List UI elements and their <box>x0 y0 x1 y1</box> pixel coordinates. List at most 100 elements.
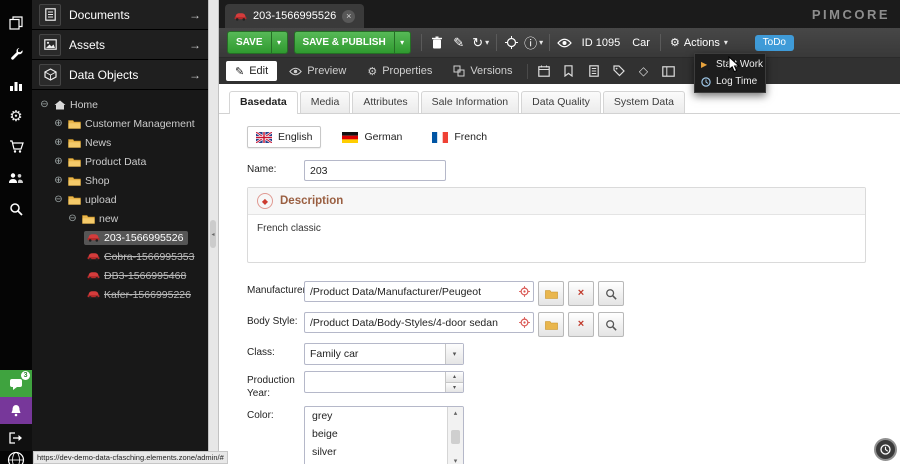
car-icon <box>87 271 100 280</box>
open-relation-icon[interactable] <box>519 317 530 328</box>
spin-up-icon[interactable]: ▴ <box>446 372 463 383</box>
close-icon[interactable]: × <box>342 10 355 23</box>
scroll-up-icon[interactable]: ▴ <box>454 409 458 417</box>
play-icon: ▶ <box>701 60 711 69</box>
search-button[interactable] <box>598 281 624 306</box>
tab-attributes[interactable]: Attributes <box>352 91 418 113</box>
color-option-silver[interactable]: silver <box>305 443 463 461</box>
tab-data-quality[interactable]: Data Quality <box>521 91 601 113</box>
tree-item-db3[interactable]: DB3-1566995468 <box>32 266 208 285</box>
expand-icon[interactable]: ⊕ <box>52 156 65 167</box>
locate-in-tree-button[interactable] <box>501 32 523 54</box>
sidebar-panel-data-objects[interactable]: Data Objects → <box>32 60 208 90</box>
upload-button[interactable] <box>538 312 564 337</box>
tree-item-customer-management[interactable]: ⊕ Customer Management <box>32 114 208 133</box>
class-select[interactable]: Family car ▾ <box>304 343 464 365</box>
actions-button[interactable]: ⚙ Actions ▾ <box>665 36 733 49</box>
search-button[interactable] <box>598 312 624 337</box>
workflow-button[interactable] <box>658 61 680 81</box>
tree-item-shop[interactable]: ⊕ Shop <box>32 171 208 190</box>
color-option-beige[interactable]: beige <box>305 425 463 443</box>
collapse-icon[interactable]: ⊖ <box>38 99 51 110</box>
tab-versions[interactable]: Versions <box>444 61 521 81</box>
tab-edit[interactable]: ✎Edit <box>226 61 277 81</box>
tab-basedata[interactable]: Basedata <box>229 91 298 114</box>
workflow-status-badge[interactable]: ToDo <box>755 35 794 51</box>
tab-system-data[interactable]: System Data <box>603 91 685 113</box>
tree-item-203[interactable]: 203-1566995526 <box>32 228 208 247</box>
tab-sale-information[interactable]: Sale Information <box>421 91 519 113</box>
chat-button[interactable]: 3 <box>0 370 32 397</box>
sidebar-panel-assets[interactable]: Assets → <box>32 30 208 60</box>
profiler-button[interactable] <box>874 438 897 461</box>
expand-icon[interactable]: ⊕ <box>52 175 65 186</box>
rename-button[interactable]: ✎ <box>448 32 470 54</box>
users-icon[interactable] <box>0 162 32 193</box>
description-header[interactable]: ◆ Description <box>248 188 865 215</box>
tree-item-upload[interactable]: ⊖ upload <box>32 190 208 209</box>
spin-down-icon[interactable]: ▾ <box>446 383 463 393</box>
save-button[interactable]: SAVE <box>228 32 271 53</box>
tab-media[interactable]: Media <box>300 91 351 113</box>
remove-button[interactable]: × <box>568 312 594 337</box>
gear-icon[interactable]: ⚙ <box>0 100 32 131</box>
tree-item-new[interactable]: ⊖ new <box>32 209 208 228</box>
search-icon[interactable] <box>0 193 32 224</box>
splitter-handle[interactable]: ◂ <box>210 220 216 248</box>
lang-tab-german[interactable]: German <box>333 126 411 148</box>
tree-item-kafer[interactable]: Kafer-1566995226 <box>32 285 208 304</box>
open-relation-icon[interactable] <box>519 286 530 297</box>
tools-icon[interactable] <box>0 38 32 69</box>
menu-item-log-time[interactable]: Log Time <box>695 73 765 90</box>
cart-icon[interactable] <box>0 131 32 162</box>
sidebar-panel-documents[interactable]: Documents → <box>32 0 208 30</box>
description-editor[interactable]: French classic <box>248 215 865 262</box>
delete-button[interactable] <box>426 32 448 54</box>
schedule-button[interactable] <box>533 61 555 81</box>
scroll-thumb[interactable] <box>451 430 460 444</box>
save-publish-button[interactable]: SAVE & PUBLISH <box>295 32 394 53</box>
listbox-scrollbar[interactable]: ▴ ▾ <box>447 407 463 464</box>
expand-icon[interactable]: ⊕ <box>52 118 65 129</box>
reports-button[interactable] <box>583 61 605 81</box>
lang-tab-english[interactable]: English <box>247 126 321 148</box>
globe-button[interactable] <box>0 451 32 464</box>
tags-button[interactable] <box>608 61 630 81</box>
expand-arrow-icon[interactable]: → <box>189 38 201 52</box>
open-preview-button[interactable] <box>554 32 576 54</box>
logout-button[interactable] <box>0 424 32 451</box>
upload-button[interactable] <box>538 281 564 306</box>
scroll-down-icon[interactable]: ▾ <box>454 457 458 464</box>
collapse-icon[interactable]: ⊖ <box>52 194 65 205</box>
tab-properties[interactable]: ⚙Properties <box>358 61 441 81</box>
tree-item-news[interactable]: ⊕ News <box>32 133 208 152</box>
notes-button[interactable] <box>558 61 580 81</box>
name-input[interactable] <box>304 160 446 181</box>
production-year-spinner[interactable]: ▴ ▾ <box>304 371 464 393</box>
sidebar-splitter[interactable]: ◂ <box>208 0 219 464</box>
document-tab[interactable]: 203-1566995526 × <box>225 4 364 28</box>
tree-item-cobra[interactable]: Cobra-1566995353 <box>32 247 208 266</box>
save-dropdown[interactable]: ▾ <box>271 32 287 53</box>
color-listbox[interactable]: grey beige silver ▴ ▾ <box>304 406 464 464</box>
pages-icon[interactable] <box>0 7 32 38</box>
remove-button[interactable]: × <box>568 281 594 306</box>
reload-button[interactable]: ↻▾ <box>470 32 492 54</box>
dependencies-button[interactable]: ◇ <box>633 61 655 81</box>
lang-tab-french[interactable]: French <box>423 126 496 148</box>
notifications-button[interactable] <box>0 397 32 424</box>
color-option-grey[interactable]: grey <box>305 407 463 425</box>
info-button[interactable]: ⓘ▾ <box>523 32 545 54</box>
expand-icon[interactable]: ⊕ <box>52 137 65 148</box>
tree-item-product-data[interactable]: ⊕ Product Data <box>32 152 208 171</box>
expand-arrow-icon[interactable]: → <box>189 8 201 22</box>
save-publish-dropdown[interactable]: ▾ <box>394 32 410 53</box>
body-style-input[interactable] <box>304 312 534 333</box>
expand-arrow-icon[interactable]: → <box>189 68 201 82</box>
collapse-icon[interactable]: ⊖ <box>66 213 79 224</box>
tree-item-home[interactable]: ⊖ Home <box>32 95 208 114</box>
tab-preview[interactable]: Preview <box>280 61 355 81</box>
manufacturer-input[interactable] <box>304 281 534 302</box>
chevron-down-icon[interactable]: ▾ <box>445 344 463 364</box>
chart-icon[interactable] <box>0 69 32 100</box>
